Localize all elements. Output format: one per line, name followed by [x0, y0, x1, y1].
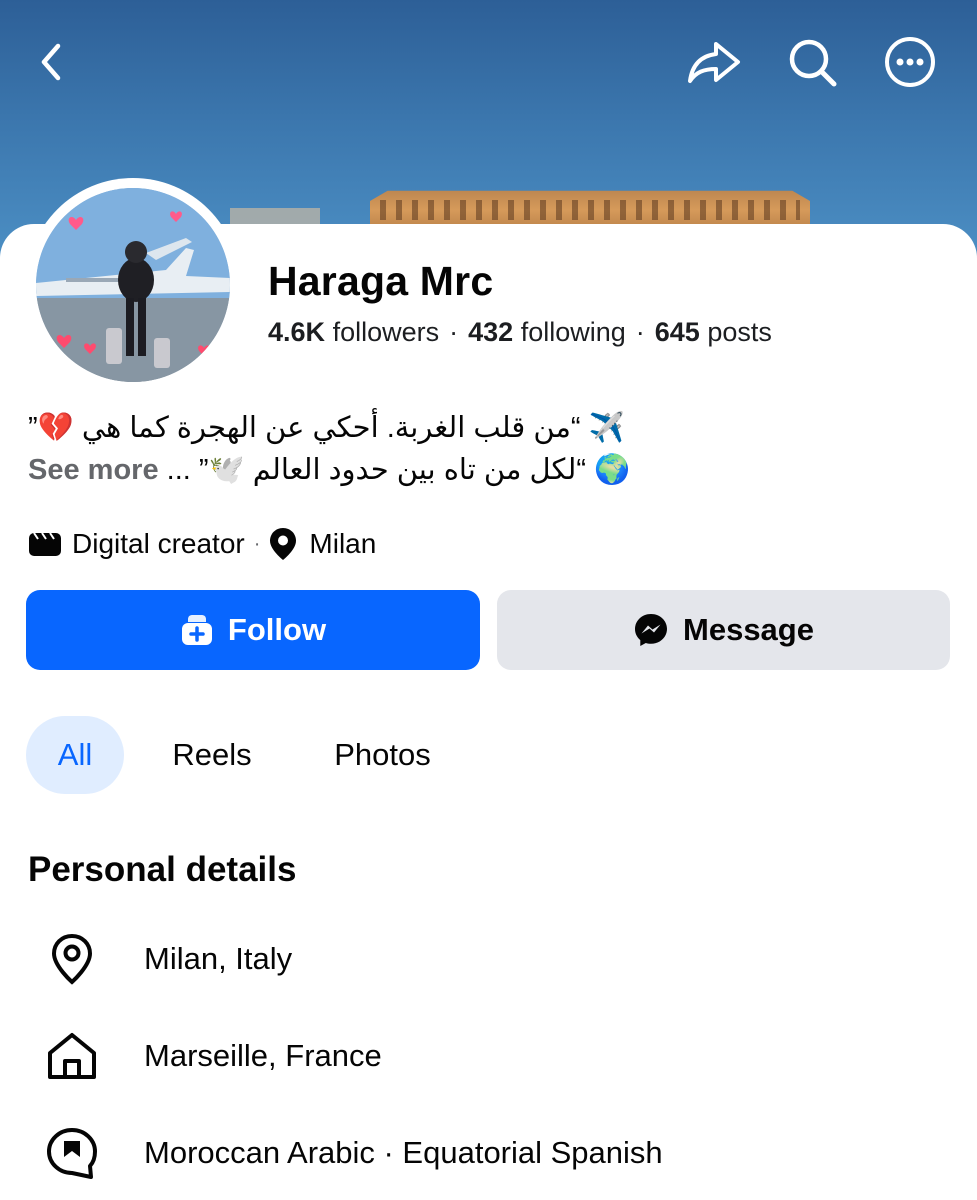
message-label: Message [683, 612, 814, 647]
messenger-icon [635, 614, 668, 646]
bio-line-2: See more ... “لكل من تاه بين حدود العالم… [28, 452, 708, 487]
following-count[interactable]: 432 [468, 317, 513, 347]
category-label: Digital creator [72, 528, 245, 559]
avatar-image [36, 188, 230, 382]
avatar[interactable] [36, 188, 230, 382]
tab-reels[interactable]: Reels [150, 716, 274, 794]
bio-line-2-text: “لكل من تاه بين حدود العالم 🕊️” [198, 454, 586, 486]
tab-photos[interactable]: Photos [310, 716, 455, 794]
share-button[interactable] [686, 34, 742, 90]
more-options-icon [885, 37, 935, 87]
following-label[interactable]: following [521, 317, 626, 347]
location-pin-icon [270, 528, 297, 560]
more-options-button[interactable] [882, 34, 938, 90]
detail-hometown: Marseille, France [40, 1024, 382, 1088]
share-arrow-icon [688, 42, 740, 83]
bio-line-1: “من قلب الغربة. أحكي عن الهجرة كما هي 💔”… [28, 410, 708, 445]
airplane-emoji: ✈️ [588, 412, 625, 444]
clapperboard-icon [29, 532, 61, 556]
chevron-left-icon [41, 43, 61, 81]
follow-button[interactable]: Follow [26, 590, 480, 670]
detail-current-city: Milan, Italy [40, 927, 292, 991]
stats-separator: · [449, 317, 459, 347]
follow-label: Follow [227, 612, 327, 647]
meta-separator: · [253, 532, 261, 555]
profile-name: Haraga Mrc [268, 258, 494, 304]
profile-meta: Digital creator · Milan [28, 526, 376, 562]
follow-add-icon [181, 615, 212, 645]
see-more-link[interactable]: See more [28, 454, 159, 486]
back-button[interactable] [24, 34, 80, 90]
globe-emoji: 🌍 [594, 454, 631, 486]
posts-label: posts [707, 317, 772, 347]
followers-count[interactable]: 4.6K [268, 317, 325, 347]
stats-separator: · [635, 317, 645, 347]
bio-line-1-text: “من قلب الغربة. أحكي عن الهجرة كما هي 💔” [28, 412, 581, 444]
detail-text: Moroccan Arabic · Equatorial Spanish [144, 1135, 663, 1170]
posts-count: 645 [654, 317, 700, 347]
tab-all[interactable]: All [26, 716, 124, 794]
search-icon [789, 39, 837, 87]
personal-details-title: Personal details [28, 850, 297, 889]
detail-languages: Moroccan Arabic · Equatorial Spanish [40, 1121, 663, 1185]
profile-stats: 4.6K followers · 432 following · 645 posts [268, 317, 772, 348]
detail-text: Marseille, France [144, 1038, 382, 1073]
language-chat-icon [40, 1121, 104, 1185]
search-button[interactable] [784, 34, 840, 90]
message-button[interactable]: Message [497, 590, 950, 670]
bio-ellipsis: ... [166, 454, 191, 486]
followers-label[interactable]: followers [333, 317, 440, 347]
home-icon [40, 1024, 104, 1088]
location-label[interactable]: Milan [309, 528, 376, 560]
detail-text: Milan, Italy [144, 941, 293, 976]
location-pin-icon [40, 927, 104, 991]
